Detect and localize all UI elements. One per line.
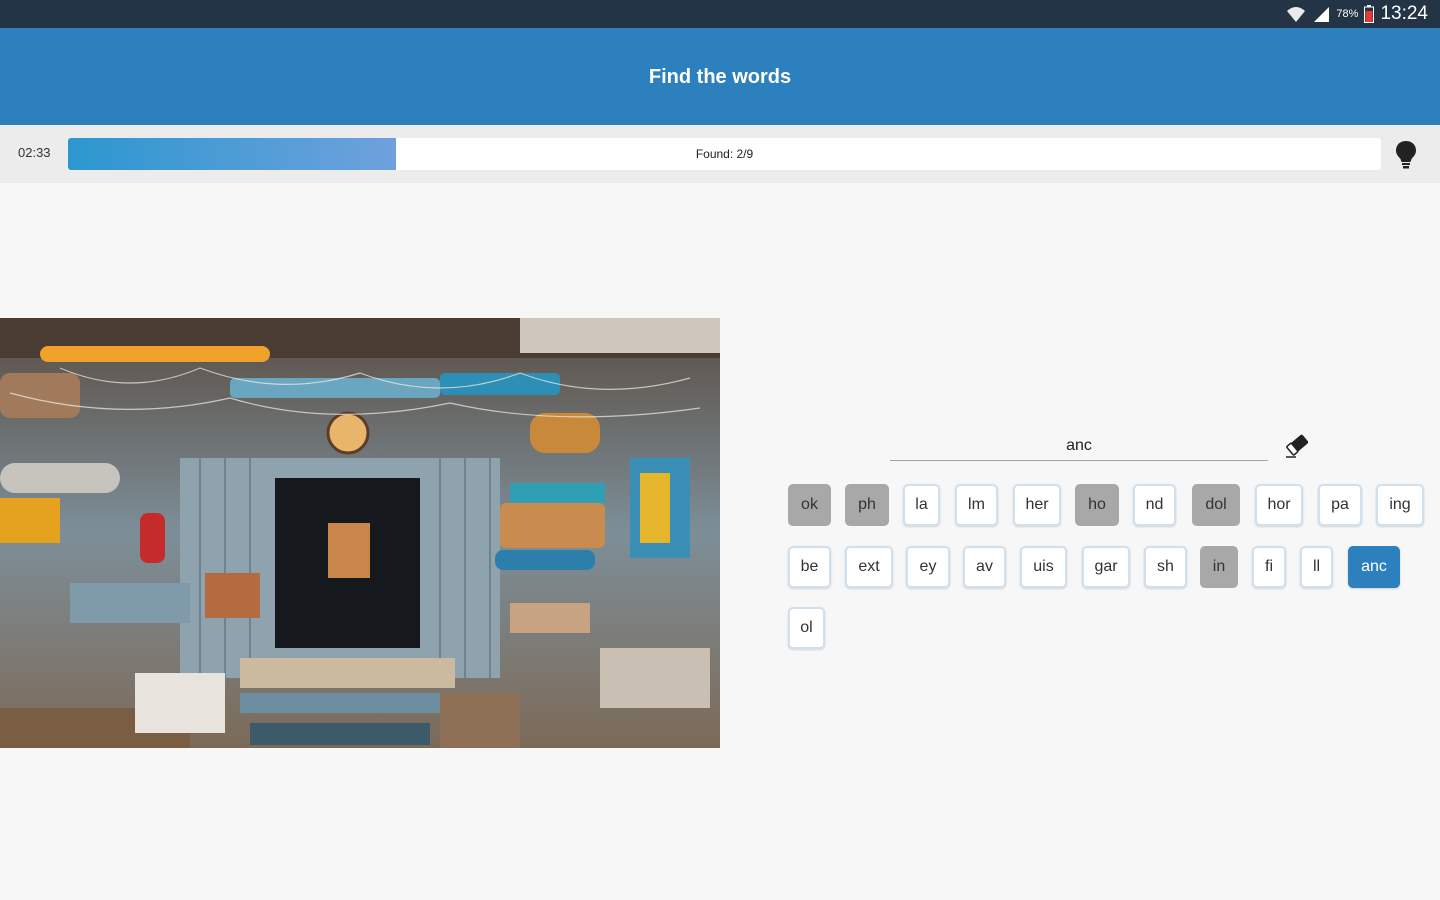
- answer-text: anc: [1066, 437, 1092, 454]
- status-time: 13:24: [1380, 3, 1428, 24]
- syllable-tile[interactable]: ho: [1075, 484, 1119, 526]
- battery-percent: 78%: [1336, 8, 1359, 20]
- syllable-tile[interactable]: dol: [1192, 484, 1240, 526]
- syllable-tile[interactable]: ey: [906, 546, 950, 588]
- syllable-tile[interactable]: in: [1200, 546, 1238, 588]
- status-icons: 78% 13:24: [1286, 3, 1428, 25]
- syllable-tile[interactable]: av: [963, 546, 1006, 588]
- syllable-tile[interactable]: ll: [1300, 546, 1333, 588]
- found-count: Found: 2/9: [695, 147, 754, 161]
- page-title: Find the words: [648, 66, 792, 88]
- status-bar: 78% 13:24: [0, 0, 1440, 28]
- eraser-icon[interactable]: [1282, 430, 1314, 460]
- syllable-tile[interactable]: be: [788, 546, 831, 588]
- syllable-tile[interactable]: hor: [1255, 484, 1303, 526]
- syllable-tile[interactable]: gar: [1082, 546, 1130, 588]
- syllable-tile[interactable]: her: [1013, 484, 1061, 526]
- syllable-tile[interactable]: nd: [1133, 484, 1176, 526]
- puzzle-photo: [0, 318, 720, 748]
- answer-field[interactable]: anc: [890, 432, 1268, 461]
- syllable-tile[interactable]: sh: [1144, 546, 1187, 588]
- puzzle-image: [0, 318, 720, 748]
- syllable-tile[interactable]: fi: [1252, 546, 1286, 588]
- signal-icon: [1314, 7, 1330, 22]
- app-bar: Find the words: [0, 28, 1440, 125]
- syllable-tile[interactable]: anc: [1348, 546, 1400, 588]
- syllable-tile[interactable]: ol: [788, 607, 825, 649]
- syllable-tile[interactable]: ing: [1376, 484, 1424, 526]
- syllable-tile[interactable]: pa: [1318, 484, 1362, 526]
- timer: 02:33: [18, 145, 51, 160]
- battery-icon: [1364, 5, 1375, 23]
- syllable-tile[interactable]: ext: [845, 546, 893, 588]
- progress-row: 02:33 Found: 2/9: [0, 125, 1440, 183]
- wifi-icon: [1287, 7, 1306, 22]
- syllable-tile[interactable]: la: [903, 484, 940, 526]
- syllable-tile[interactable]: lm: [955, 484, 998, 526]
- progress-bar: Found: 2/9: [68, 138, 1381, 170]
- syllable-tile[interactable]: ph: [845, 484, 889, 526]
- syllable-tile[interactable]: uis: [1020, 546, 1067, 588]
- syllable-tile[interactable]: ok: [788, 484, 831, 526]
- lightbulb-icon[interactable]: [1394, 140, 1418, 170]
